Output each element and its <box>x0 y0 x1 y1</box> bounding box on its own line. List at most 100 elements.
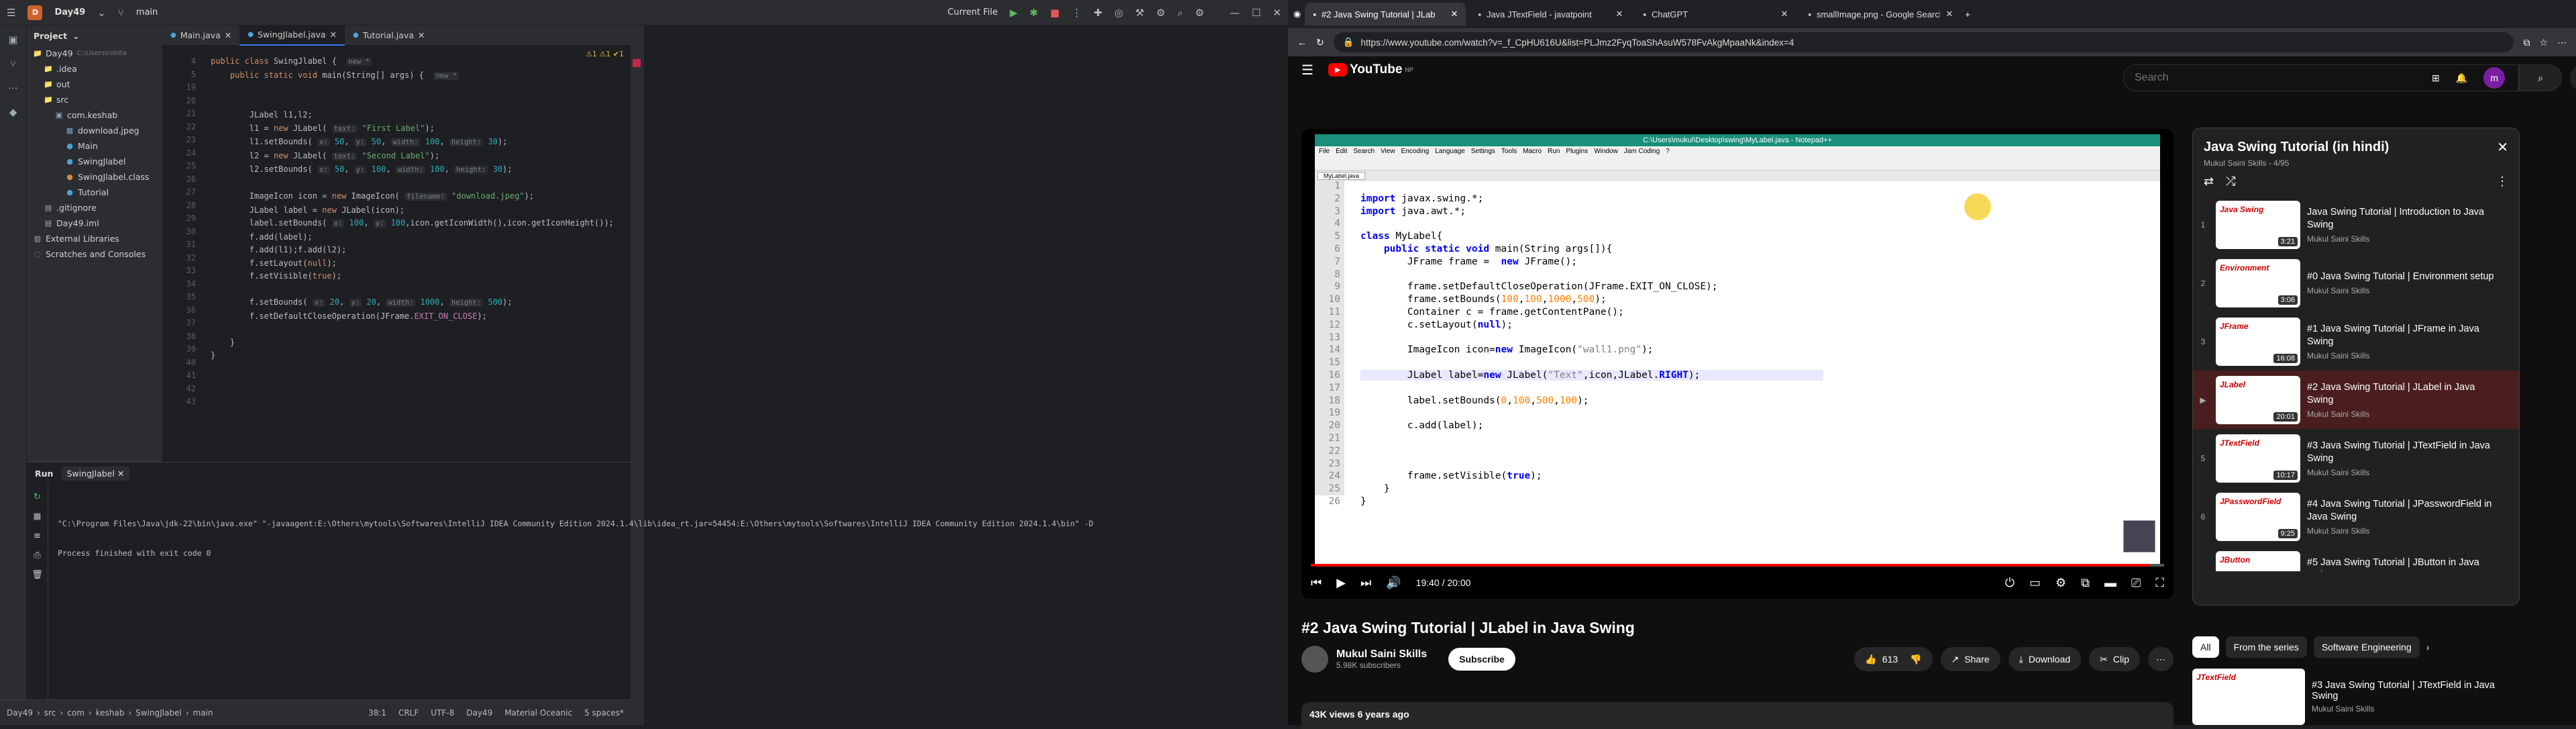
playlist-item[interactable]: ▶ JLabel 20:01 #2 Java Swing Tutorial | JLa… <box>2193 371 2519 429</box>
video-player[interactable]: C:\Users\mukul\Desktop\swing\MyLabel.jav… <box>1301 129 2174 599</box>
playlist-thumbnail[interactable]: JPasswordField 9:25 <box>2216 492 2300 541</box>
channel-name[interactable]: Mukul Saini Skills <box>1336 648 1427 661</box>
gear-icon[interactable]: ⚙ <box>1195 7 1204 19</box>
like-button[interactable]: 👍 613 👎 <box>1854 647 1933 671</box>
breadcrumb-item[interactable]: main <box>193 708 213 718</box>
close-icon[interactable]: ✕ <box>1945 9 1953 19</box>
chevron-right-icon[interactable]: › <box>2426 642 2430 652</box>
tree-item[interactable]: ▤ Day49.iml <box>27 215 162 231</box>
vcs-icon[interactable]: ⑂ <box>6 58 21 72</box>
tree-item[interactable]: 📁 src <box>27 92 162 107</box>
playlist-item[interactable]: 7 JButton17:59 #5 Java Swing Tutorial | JB… <box>2193 546 2519 571</box>
run-config-select[interactable]: Current File <box>948 7 998 17</box>
search-button[interactable]: ⌕ <box>2519 64 2562 91</box>
subscribe-button[interactable]: Subscribe <box>1448 648 1515 671</box>
settings-icon[interactable]: ⚙ <box>1157 7 1165 19</box>
close-icon[interactable]: ✕ <box>225 30 231 40</box>
playlist-thumbnail[interactable]: Java Swing 3:21 <box>2216 200 2300 249</box>
tree-item[interactable]: ● SwingJlabel.class <box>27 169 162 185</box>
download-button[interactable]: ⤓ Download <box>2008 647 2082 671</box>
folder-icon[interactable]: ▣ <box>6 34 21 48</box>
thumbs-down-icon[interactable]: 👎 <box>1910 654 1921 665</box>
search-icon[interactable]: ⌕ <box>1177 7 1183 19</box>
clip-button[interactable]: ✂ Clip <box>2089 647 2140 671</box>
plugin-icon[interactable]: ◆ <box>6 106 21 121</box>
recommendation-item[interactable]: JTextField #3 Java Swing Tutorial | JTex… <box>2192 669 2500 725</box>
tree-item[interactable]: ▦ download.jpeg <box>27 123 162 138</box>
shuffle-icon[interactable]: ⤮ <box>2226 175 2235 189</box>
close-icon[interactable]: ✕ <box>117 469 124 479</box>
more-actions-button[interactable]: ⋯ <box>2148 647 2174 671</box>
editor-tab[interactable]: ● Main.java ✕ <box>162 26 239 46</box>
tree-item[interactable]: ◌ Scratches and Consoles <box>27 246 162 262</box>
playlist-item[interactable]: 6 JPasswordField 9:25 #4 Java Swing Tutoria… <box>2193 487 2519 546</box>
tree-item[interactable]: 📁 Day49 C:\Users\rohita <box>27 46 162 61</box>
share-button[interactable]: ↗ Share <box>1940 647 2000 671</box>
tree-item[interactable]: ▣ com.keshab <box>27 107 162 123</box>
url-field[interactable]: 🔒 https://www.youtube.com/watch?v=_f_CpHU… <box>1333 32 2514 52</box>
code-lines[interactable]: public class SwingJlabel { new * public … <box>211 55 614 362</box>
breadcrumb-item[interactable]: keshab <box>96 708 125 718</box>
tree-item[interactable]: ● Main <box>27 138 162 154</box>
browser-tab[interactable]: ▪ Java JTextField - javatpoint ✕ <box>1470 3 1631 26</box>
tree-item[interactable]: 📁 .idea <box>27 61 162 77</box>
channel-avatar[interactable] <box>1301 646 1328 673</box>
previous-icon[interactable]: ⏮ <box>1311 576 1322 590</box>
filter-chip[interactable]: All <box>2192 636 2219 658</box>
code-area[interactable]: 4 5 19 20 21 22 23 24 25 26 27 28 29 30 31 32 33 34 35 36 37… <box>162 55 631 462</box>
stop-icon[interactable]: ■ <box>33 512 41 522</box>
loop-icon[interactable]: ⇄ <box>2204 175 2214 189</box>
playlist-thumbnail[interactable]: JLabel 20:01 <box>2216 375 2300 424</box>
playlist-item[interactable]: 3 JFrame 16:08 #1 Java Swing Tutorial | JFr… <box>2193 312 2519 371</box>
more-icon[interactable]: ⋮ <box>1072 7 1082 19</box>
status-widget[interactable]: 5 spaces* <box>584 708 624 718</box>
browser-tab[interactable]: ▪ ChatGPT ✕ <box>1635 3 1796 26</box>
filter-chip[interactable]: Software Engineering <box>2313 636 2420 658</box>
tree-item[interactable]: ● SwingJlabel <box>27 154 162 169</box>
plugin-icon[interactable]: ✚ <box>1094 7 1103 19</box>
rec-thumbnail[interactable]: JTextField <box>2192 669 2305 725</box>
breadcrumb-item[interactable]: Day49 <box>7 708 33 718</box>
status-widget[interactable]: Material Oceanic <box>504 708 572 718</box>
tree-item[interactable]: 📁 out <box>27 77 162 92</box>
more-icon[interactable]: ⋮ <box>2496 175 2508 189</box>
play-icon[interactable]: ▶ <box>1336 576 1346 590</box>
subtitles-icon[interactable]: ▭ <box>2029 576 2041 590</box>
breadcrumb-item[interactable]: SwingJlabel <box>136 708 182 718</box>
voice-search-button[interactable]: 🎤 <box>2570 64 2576 91</box>
run-config-tab[interactable]: SwingJlabel ✕ <box>61 466 130 481</box>
fullscreen-icon[interactable]: ⛶ <box>2155 576 2164 590</box>
branch-name[interactable]: main <box>136 7 158 17</box>
playlist-item[interactable]: 5 JTextField 10:17 #3 Java Swing Tutorial |… <box>2193 429 2519 487</box>
maximize-icon[interactable]: ☐ <box>1252 7 1260 19</box>
browser-tab[interactable]: ▪ smallImage.png - Google Search ✕ <box>1800 3 1961 26</box>
bell-icon[interactable]: 🔔 <box>2456 72 2467 84</box>
back-icon[interactable]: ← <box>1297 37 1307 48</box>
main-menu-icon[interactable]: ☰ <box>7 7 15 19</box>
volume-icon[interactable]: 🔊 <box>1386 576 1401 590</box>
stop-icon[interactable]: ■ <box>1050 7 1059 19</box>
status-widget[interactable]: Day49 <box>466 708 492 718</box>
run-tab-label[interactable]: Run <box>35 469 53 479</box>
favorites-icon[interactable]: ☆ <box>2539 37 2548 48</box>
rerun-icon[interactable]: ↻ <box>34 492 41 502</box>
editor-tab[interactable]: ● SwingJlabel.java ✕ <box>239 25 345 46</box>
project-name[interactable]: Day49 <box>54 7 85 17</box>
playlist-item[interactable]: 2 Environment 3:06 #0 Java Swing Tutorial |… <box>2193 254 2519 312</box>
tree-item[interactable]: ● Tutorial <box>27 185 162 200</box>
console-output[interactable]: "C:\Program Files\Java\jdk-22\bin\java.e… <box>58 516 1093 561</box>
playlist-thumbnail[interactable]: JTextField 10:17 <box>2216 434 2300 483</box>
new-tab-icon[interactable]: + <box>1965 9 1970 19</box>
playlist-title[interactable]: Java Swing Tutorial (in hindi) <box>2204 140 2389 155</box>
coverage-icon[interactable]: ◎ <box>1114 7 1123 19</box>
browser-profile-icon[interactable]: ◉ <box>1293 9 1301 19</box>
project-label[interactable]: Project <box>34 31 67 41</box>
scroll-icon[interactable]: ≡ <box>34 531 41 541</box>
status-widget[interactable]: UTF-8 <box>431 708 454 718</box>
browser-tab[interactable]: ▪ #2 Java Swing Tutorial | JLab ✕ <box>1305 3 1466 26</box>
breadcrumb-item[interactable]: com <box>67 708 85 718</box>
close-icon[interactable]: ✕ <box>1780 9 1788 19</box>
close-icon[interactable]: ✕ <box>1450 9 1458 19</box>
debug-icon[interactable]: ✱ <box>1030 7 1038 19</box>
close-icon[interactable]: ✕ <box>2497 139 2508 156</box>
